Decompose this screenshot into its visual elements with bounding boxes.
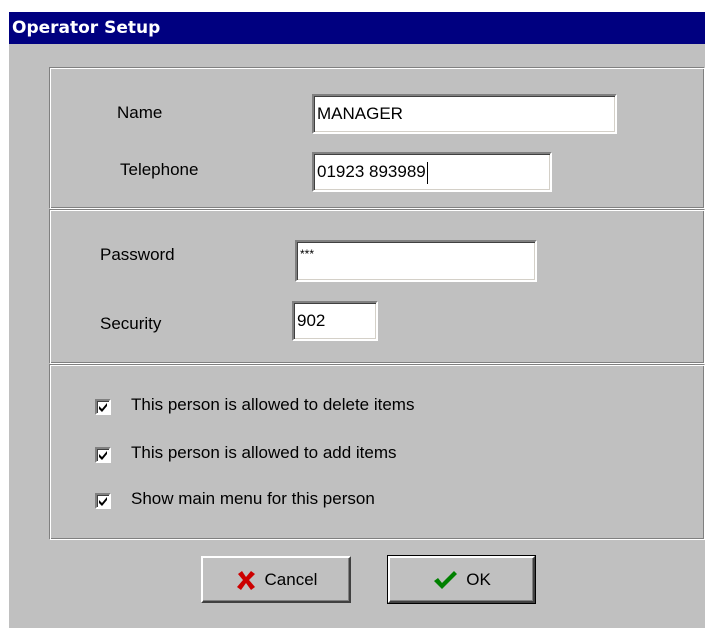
checkmark-icon [99,403,107,412]
telephone-label: Telephone [120,160,199,179]
red-x-icon [235,569,257,591]
permission-label: Show main menu for this person [131,489,375,508]
cancel-button-label: Cancel [264,569,318,589]
security-group: Password *** Security 902 [49,209,705,364]
security-field-value: 902 [297,311,326,330]
name-field[interactable]: MANAGER [312,94,617,134]
password-label: Password [100,245,175,264]
ok-button[interactable]: OK [387,555,536,604]
checkbox-show-main-menu[interactable] [95,493,111,509]
name-label: Name [117,103,163,122]
operator-details-group: Name MANAGER Telephone 01923 893989 [49,67,705,209]
telephone-field-value: 01923 893989 [317,162,426,181]
password-field[interactable]: *** [295,240,537,282]
checkbox-delete-items[interactable] [95,399,111,415]
ok-button-label: OK [466,569,491,589]
operator-setup-dialog: Operator Setup Name MANAGER Telephone 01… [9,12,705,628]
permission-label: This person is allowed to delete items [131,395,415,414]
dialog-title: Operator Setup [12,18,161,38]
checkmark-icon [99,497,107,506]
permission-label: This person is allowed to add items [131,443,397,462]
security-label: Security [100,314,162,333]
security-field[interactable]: 902 [292,301,378,341]
permissions-group: This person is allowed to delete items T… [49,364,705,540]
telephone-field[interactable]: 01923 893989 [312,152,552,192]
text-caret [426,161,428,184]
dialog-title-bar[interactable]: Operator Setup [9,12,705,44]
password-field-value: *** [300,247,315,261]
checkbox-add-items[interactable] [95,447,111,463]
name-field-value: MANAGER [317,104,403,123]
green-checkmark-icon [432,569,458,591]
checkmark-icon [99,451,107,460]
cancel-button[interactable]: Cancel [201,556,351,603]
